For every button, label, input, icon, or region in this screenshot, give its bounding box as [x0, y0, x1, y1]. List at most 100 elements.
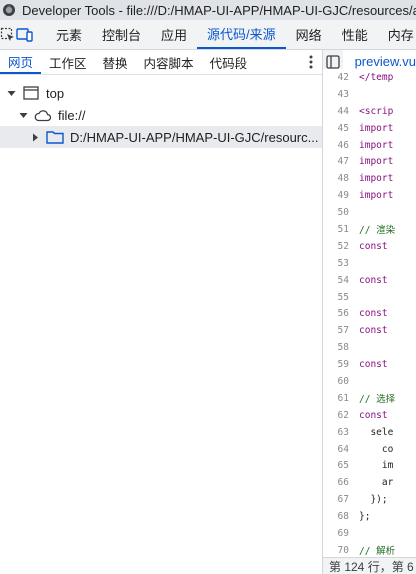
device-toggle-icon: [16, 27, 33, 42]
tab-content-scripts[interactable]: 内容脚本: [136, 50, 202, 74]
code-line[interactable]: 56 const: [323, 305, 416, 322]
tab-workspace[interactable]: 工作区: [41, 50, 95, 74]
sidebar-toggle-icon: [326, 55, 340, 69]
tab-elements[interactable]: 元素: [46, 20, 92, 49]
code-text: const: [359, 274, 388, 286]
code-line[interactable]: 54 const: [323, 272, 416, 289]
line-number[interactable]: 47: [323, 156, 359, 167]
code-line[interactable]: 66 ar: [323, 474, 416, 491]
code-line[interactable]: 69: [323, 525, 416, 542]
code-line[interactable]: 68};: [323, 508, 416, 525]
tab-console[interactable]: 控制台: [92, 20, 151, 49]
code-line[interactable]: 48 import: [323, 170, 416, 187]
more-vertical-icon: [309, 55, 313, 69]
line-number[interactable]: 70: [323, 545, 359, 556]
line-number[interactable]: 67: [323, 494, 359, 505]
code-text: import: [359, 156, 394, 168]
code-line[interactable]: 45 import: [323, 120, 416, 137]
code-line[interactable]: 61// 选择: [323, 390, 416, 407]
code-line[interactable]: 53: [323, 255, 416, 272]
code-text: const: [359, 240, 388, 252]
code-text: ar: [359, 477, 394, 489]
line-number[interactable]: 49: [323, 190, 359, 201]
tab-memory[interactable]: 内存: [378, 20, 416, 49]
line-number[interactable]: 63: [323, 427, 359, 438]
line-number[interactable]: 52: [323, 241, 359, 252]
code-text: sele: [359, 426, 394, 438]
code-line[interactable]: 67 });: [323, 491, 416, 508]
code-line[interactable]: 59 const: [323, 356, 416, 373]
code-line[interactable]: 70// 解析: [323, 542, 416, 557]
code-line[interactable]: 43: [323, 86, 416, 103]
line-number[interactable]: 65: [323, 460, 359, 471]
code-line[interactable]: 58: [323, 339, 416, 356]
line-number[interactable]: 55: [323, 292, 359, 303]
line-number[interactable]: 43: [323, 89, 359, 100]
tab-performance[interactable]: 性能: [332, 20, 378, 49]
code-line[interactable]: 42 </temp: [323, 69, 416, 86]
collapsed-triangle-icon[interactable]: [30, 132, 40, 142]
line-number[interactable]: 59: [323, 359, 359, 370]
code-line[interactable]: 55: [323, 289, 416, 306]
more-options-button[interactable]: [300, 50, 322, 74]
line-number[interactable]: 50: [323, 207, 359, 218]
tab-page[interactable]: 网页: [0, 50, 42, 74]
tab-snippets[interactable]: 代码段: [202, 50, 256, 74]
line-number[interactable]: 46: [323, 140, 359, 151]
line-number[interactable]: 44: [323, 106, 359, 117]
code-line[interactable]: 63 sele: [323, 424, 416, 441]
line-number[interactable]: 64: [323, 444, 359, 455]
code-line[interactable]: 62 const: [323, 407, 416, 424]
tab-overrides[interactable]: 替换: [95, 50, 136, 74]
code-text: // 选择: [359, 394, 396, 406]
code-line[interactable]: 46 import: [323, 137, 416, 154]
code-line[interactable]: 44 <scrip: [323, 103, 416, 120]
code-text: const: [359, 325, 388, 337]
line-number[interactable]: 45: [323, 123, 359, 134]
line-number[interactable]: 53: [323, 258, 359, 269]
expanded-triangle-icon[interactable]: [6, 88, 16, 98]
tree-item-folder[interactable]: D:/HMAP-UI-APP/HMAP-UI-GJC/resourc...: [0, 126, 322, 148]
code-line[interactable]: 49 import: [323, 187, 416, 204]
code-text: const: [359, 359, 388, 371]
inspect-element-button[interactable]: [0, 20, 16, 49]
line-number[interactable]: 69: [323, 528, 359, 539]
code-line[interactable]: 65 im: [323, 457, 416, 474]
expanded-triangle-icon[interactable]: [18, 110, 28, 120]
line-number[interactable]: 42: [323, 72, 359, 83]
tree-item-file-scheme[interactable]: file://: [0, 104, 322, 126]
code-text: import: [359, 190, 394, 202]
code-text: im: [359, 460, 394, 472]
code-text: const: [359, 409, 388, 421]
code-line[interactable]: 60: [323, 373, 416, 390]
line-number[interactable]: 48: [323, 173, 359, 184]
folder-icon: [46, 129, 64, 145]
code-text: import: [359, 122, 394, 134]
line-number[interactable]: 58: [323, 342, 359, 353]
line-number[interactable]: 61: [323, 393, 359, 404]
line-number[interactable]: 56: [323, 308, 359, 319]
line-number[interactable]: 68: [323, 511, 359, 522]
code-line[interactable]: 57 const: [323, 322, 416, 339]
main-panel-tabs: 元素 控制台 应用 源代码/来源 网络 性能 内存: [0, 20, 416, 50]
line-number[interactable]: 60: [323, 376, 359, 387]
navigator-tabs: 网页 工作区 替换 内容脚本 代码段: [0, 50, 322, 75]
line-number[interactable]: 62: [323, 410, 359, 421]
line-number[interactable]: 51: [323, 224, 359, 235]
device-toolbar-button[interactable]: [16, 20, 34, 49]
code-line[interactable]: 64 co: [323, 441, 416, 458]
code-line[interactable]: 51// 渲染: [323, 221, 416, 238]
tree-item-top[interactable]: top: [0, 82, 322, 104]
tab-application[interactable]: 应用: [151, 20, 197, 49]
code-editor[interactable]: 42 </temp 43 44 <scrip 45 import 46 import 47 impo…: [323, 69, 416, 557]
tab-network[interactable]: 网络: [286, 20, 332, 49]
code-line[interactable]: 52 const: [323, 238, 416, 255]
inspect-element-icon: [0, 27, 14, 41]
line-number[interactable]: 54: [323, 275, 359, 286]
line-number[interactable]: 66: [323, 477, 359, 488]
code-line[interactable]: 50: [323, 204, 416, 221]
code-line[interactable]: 47 import: [323, 153, 416, 170]
tab-sources[interactable]: 源代码/来源: [197, 20, 286, 49]
line-number[interactable]: 57: [323, 325, 359, 336]
cloud-icon: [34, 107, 52, 123]
